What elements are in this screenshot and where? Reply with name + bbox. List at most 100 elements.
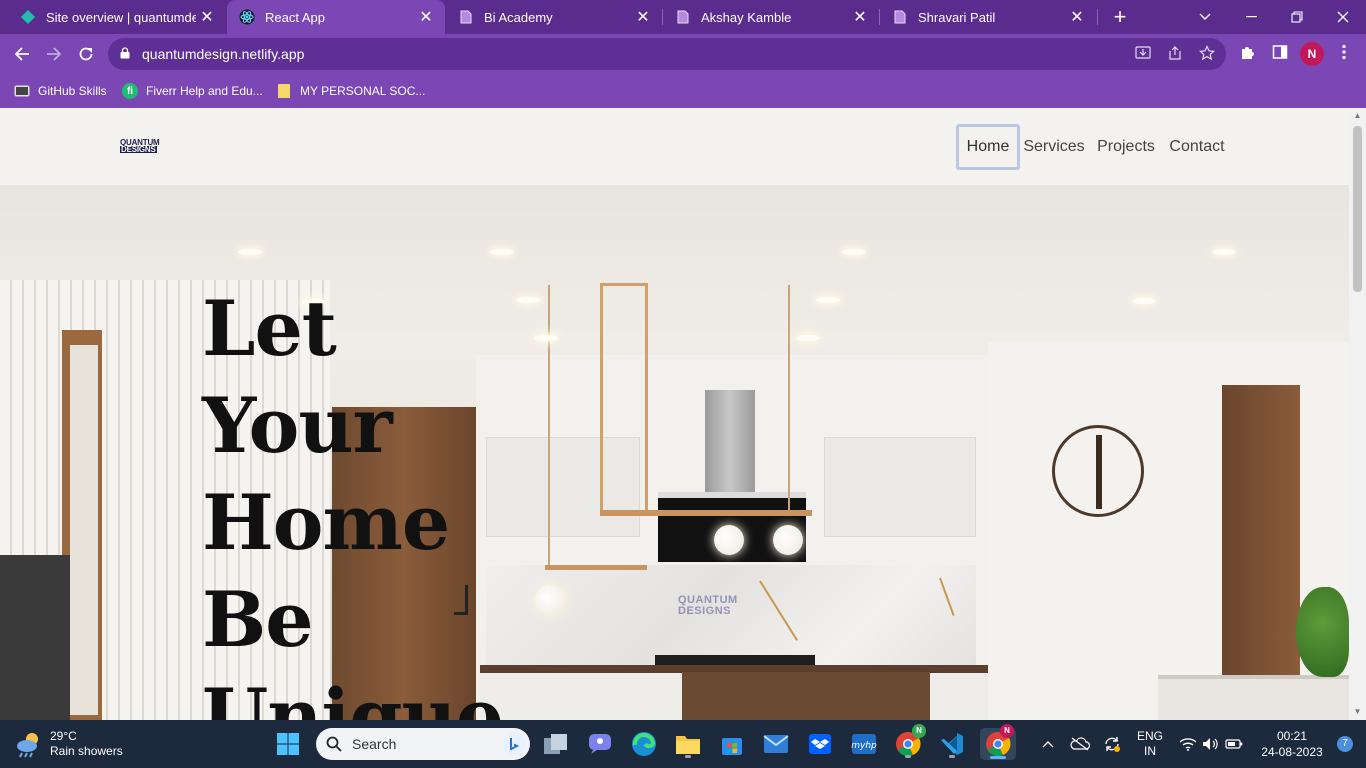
sync-status-button[interactable] [1100, 720, 1124, 768]
vscode-button[interactable] [936, 728, 968, 760]
scroll-thumb[interactable] [1353, 126, 1362, 292]
hero-word: Let [202, 284, 337, 373]
back-button[interactable] [8, 40, 36, 68]
volume-icon [1203, 738, 1218, 750]
tab-shravari-patil[interactable]: Shravari Patil ✕ [880, 0, 1096, 34]
kitchen-cabinet [824, 437, 976, 537]
tab-search-button[interactable] [1182, 0, 1228, 34]
site-logo[interactable]: QUANTUM DESIGNS [120, 139, 164, 155]
page-scrollbar[interactable]: ▲ ▼ [1349, 108, 1366, 720]
new-tab-button[interactable]: + [1108, 4, 1132, 30]
install-app-icon[interactable] [1134, 45, 1152, 63]
page-icon [892, 9, 908, 25]
show-hidden-icons-button[interactable] [1036, 720, 1060, 768]
tab-title: React App [265, 9, 325, 25]
arrow-right-icon [47, 47, 62, 61]
bing-icon [503, 733, 525, 755]
tab-close-icon[interactable]: ✕ [849, 7, 871, 27]
clock-button[interactable]: 00:21 24-08-2023 [1252, 720, 1332, 768]
more-menu-icon[interactable] [1334, 44, 1354, 64]
scroll-up-icon[interactable]: ▲ [1353, 112, 1362, 120]
ceiling-light [1212, 249, 1236, 255]
side-panel-icon[interactable] [1270, 44, 1290, 64]
tab-close-icon[interactable]: ✕ [1066, 7, 1088, 27]
nav-link-home[interactable]: Home [956, 124, 1020, 170]
search-placeholder: Search [352, 736, 397, 752]
hero-word: Unique [202, 672, 504, 720]
rain-cloud-icon [14, 729, 44, 759]
cooktop [655, 655, 815, 665]
dropbox-button[interactable] [804, 728, 836, 760]
tab-site-overview[interactable]: Site overview | quantumdesign ✕ [8, 0, 226, 34]
bookmarks-bar: GitHub Skills fi Fiverr Help and Edu... … [0, 74, 1366, 108]
bookmark-label: GitHub Skills [38, 84, 107, 98]
tab-close-icon[interactable]: ✕ [415, 7, 437, 27]
bookmark-fiverr[interactable]: fi Fiverr Help and Edu... [122, 82, 263, 100]
notification-count-badge: 7 [1337, 736, 1353, 752]
close-window-button[interactable] [1320, 0, 1366, 34]
extensions-puzzle-icon[interactable] [1238, 44, 1258, 64]
language-indicator[interactable]: ENG IN [1130, 720, 1170, 768]
profile-avatar[interactable]: N [1300, 42, 1324, 66]
microsoft-store-button[interactable] [716, 728, 748, 760]
nav-link-services[interactable]: Services [1022, 124, 1086, 170]
forward-button[interactable] [40, 40, 68, 68]
ceiling-light [842, 249, 866, 255]
task-view-button[interactable] [540, 728, 572, 760]
weather-widget[interactable]: 29°C Rain showers [14, 726, 123, 762]
ceiling-light [238, 249, 262, 255]
watermark-line-2: DESIGNS [678, 605, 732, 617]
reload-button[interactable] [72, 40, 100, 68]
share-icon[interactable] [1166, 45, 1184, 63]
task-view-icon [544, 734, 567, 754]
teams-chat-button[interactable] [584, 728, 616, 760]
bookmark-label: MY PERSONAL SOC... [300, 84, 426, 98]
bookmark-star-icon[interactable] [1198, 45, 1216, 63]
battery-icon [1225, 739, 1243, 749]
nav-link-projects[interactable]: Projects [1094, 124, 1158, 170]
ceiling-light [1132, 298, 1156, 304]
minimize-button[interactable] [1228, 0, 1274, 34]
onedrive-status-button[interactable] [1068, 720, 1092, 768]
browser-tab-strip: Site overview | quantumdesign ✕ React Ap… [0, 0, 1366, 34]
plant [1296, 587, 1349, 677]
windows-start-button[interactable] [272, 728, 304, 760]
notification-center-button[interactable]: 7 [1330, 720, 1360, 768]
tab-react-app[interactable]: React App ✕ [227, 0, 445, 34]
nav-link-contact[interactable]: Contact [1166, 124, 1228, 170]
minimize-icon [1245, 16, 1257, 18]
netlify-icon [20, 9, 36, 25]
mail-button[interactable] [760, 728, 792, 760]
tab-akshay-kamble[interactable]: Akshay Kamble ✕ [663, 0, 879, 34]
edge-button[interactable] [628, 728, 660, 760]
scroll-down-icon[interactable]: ▼ [1353, 708, 1362, 716]
myhp-button[interactable]: myhp [848, 728, 880, 760]
ceiling-light [796, 335, 820, 341]
close-icon [1337, 11, 1349, 23]
pendant-wire [788, 285, 790, 515]
reload-icon [79, 47, 93, 61]
bookmark-github-skills[interactable]: GitHub Skills [14, 82, 107, 100]
range-hood-chimney [705, 390, 755, 495]
tab-bi-academy[interactable]: Bi Academy ✕ [446, 0, 662, 34]
app-running-indicator [685, 755, 691, 758]
app-running-indicator [949, 755, 955, 758]
kitchen-shelf-inner [70, 345, 98, 715]
chrome-button[interactable]: N [980, 724, 1016, 760]
folder-icon [276, 83, 292, 99]
file-explorer-button[interactable] [672, 728, 704, 760]
search-icon [326, 736, 342, 752]
app-running-indicator [905, 755, 911, 758]
bookmark-folder-personal[interactable]: MY PERSONAL SOC... [276, 82, 425, 100]
tab-close-icon[interactable]: ✕ [632, 7, 654, 27]
ceiling-light [816, 297, 840, 303]
quick-settings-button[interactable] [1176, 720, 1246, 768]
clock-time: 00:21 [1276, 729, 1308, 743]
weather-condition: Rain showers [50, 744, 123, 758]
restore-button[interactable] [1274, 0, 1320, 34]
arrow-left-icon [14, 47, 29, 61]
chrome-profile-button[interactable]: N [892, 724, 926, 760]
address-bar[interactable]: quantumdesign.netlify.app [108, 38, 1226, 70]
tab-close-icon[interactable]: ✕ [196, 7, 218, 27]
taskbar-search-box[interactable]: Search [316, 728, 530, 760]
